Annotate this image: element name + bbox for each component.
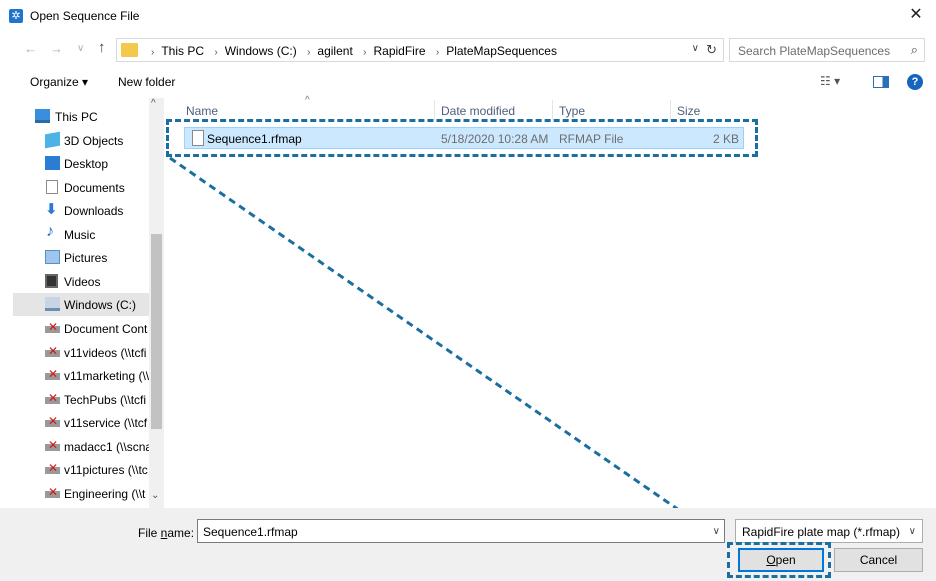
callout-connector — [169, 156, 729, 546]
chevron-down-icon[interactable]: ∨ — [713, 526, 720, 537]
callout-open-highlight — [727, 542, 831, 578]
file-name-label: File name: — [138, 526, 195, 540]
file-name-value: Sequence1.rfmap — [203, 525, 298, 539]
file-name-field[interactable]: Sequence1.rfmap ∨ — [197, 519, 725, 543]
cancel-button[interactable]: Cancel — [834, 548, 923, 572]
chevron-down-icon[interactable]: ∨ — [909, 526, 916, 537]
file-type-filter[interactable]: RapidFire plate map (*.rfmap) ∨ — [735, 519, 923, 543]
file-type-filter-value: RapidFire plate map (*.rfmap) — [742, 525, 901, 539]
